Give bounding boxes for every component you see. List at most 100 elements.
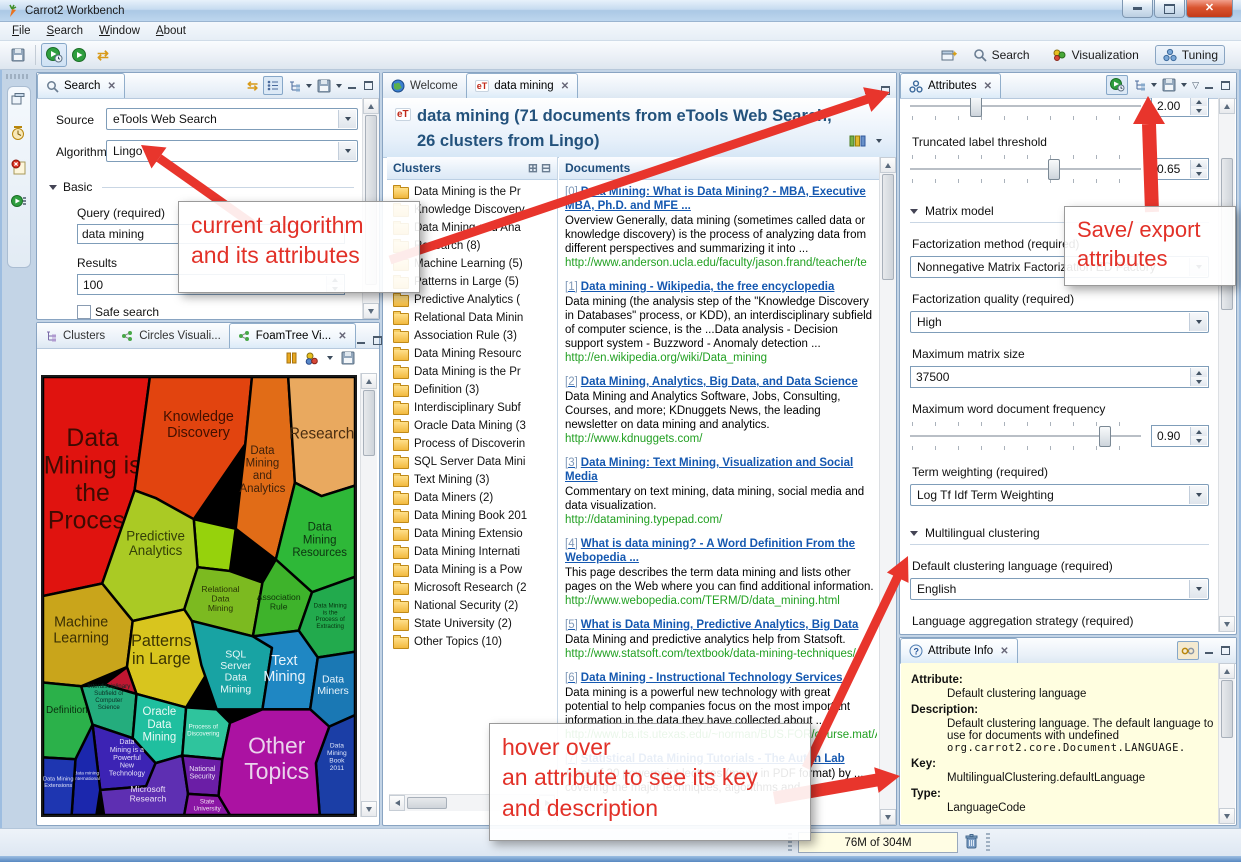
slider-spinner[interactable]: 2.00	[1151, 98, 1209, 117]
layout-bars-icon[interactable]	[849, 134, 866, 147]
tab-data-mining[interactable]: eT data mining✕	[466, 73, 578, 98]
cluster-item[interactable]: National Security (2)	[387, 597, 557, 615]
save-visualization-icon[interactable]	[341, 351, 355, 365]
attribute-dropdown[interactable]: High	[910, 311, 1209, 333]
menu-search[interactable]: Search	[39, 24, 91, 38]
cluster-item[interactable]: Data Mining Extensio	[387, 525, 557, 543]
menu-about[interactable]: About	[148, 24, 194, 38]
document-title-link[interactable]: [0]Data Mining: What is Data Mining? - M…	[565, 185, 875, 213]
menu-file[interactable]: File	[4, 24, 39, 38]
minimize-view-icon[interactable]	[1204, 81, 1215, 90]
expand-all-icon[interactable]: ⊞	[528, 161, 538, 175]
cluster-item[interactable]: Text Mining (3)	[387, 471, 557, 489]
foamtree-canvas[interactable]: DataMining istheProcessKnowledgeDiscover…	[41, 375, 357, 817]
minimize-button[interactable]	[1122, 0, 1153, 18]
open-perspective-icon[interactable]: ✦	[941, 48, 957, 63]
pause-updates-icon[interactable]	[286, 352, 297, 364]
document-url[interactable]: http://datamining.typepad.com/	[565, 513, 875, 527]
attribute-info-scrollbar[interactable]	[1218, 663, 1235, 824]
cluster-item[interactable]: Definition (3)	[387, 381, 557, 399]
safe-search-checkbox[interactable]	[77, 305, 91, 319]
cluster-item[interactable]: Association Rule (3)	[387, 327, 557, 345]
cluster-item[interactable]: Data Miners (2)	[387, 489, 557, 507]
sections-menu-arrow-icon[interactable]	[1151, 83, 1157, 87]
document-title-link[interactable]: [3]Data Mining: Text Mining, Visualizati…	[565, 456, 875, 484]
cluster-item[interactable]: Process of Discoverin	[387, 435, 557, 453]
cluster-item[interactable]: Interdisciplinary Subf	[387, 399, 557, 417]
close-button[interactable]: ✕	[1186, 0, 1233, 18]
tab-circles-visualization[interactable]: Circles Visuali...	[113, 324, 229, 348]
slider-spinner[interactable]: 0.90	[1151, 425, 1209, 447]
document-title-link[interactable]: [4]What is data mining? - A Word Definit…	[565, 537, 875, 565]
document-url[interactable]: http://www.statsoft.com/textbook/data-mi…	[565, 647, 875, 661]
close-icon[interactable]: ✕	[338, 331, 346, 342]
fastview-handle[interactable]	[6, 74, 28, 79]
tab-welcome[interactable]: Welcome	[383, 74, 466, 98]
link-with-editor-icon[interactable]: ⇆	[247, 78, 258, 94]
link-selection-icon[interactable]	[1177, 641, 1199, 660]
close-icon[interactable]: ✕	[561, 81, 569, 92]
collapse-all-icon[interactable]: ⊟	[541, 161, 551, 175]
tab-clusters-viz[interactable]: Clusters	[37, 324, 113, 348]
tree-menu-arrow-icon[interactable]	[306, 84, 312, 88]
maximize-view-icon[interactable]	[880, 86, 891, 95]
save-toolbar-button[interactable]	[6, 44, 30, 66]
spinner-buttons[interactable]	[1190, 160, 1207, 178]
maximize-view-icon[interactable]	[363, 81, 374, 90]
cluster-item[interactable]: Other Topics (10)	[387, 633, 557, 651]
attribute-section-header[interactable]: Multilingual clustering	[910, 526, 1209, 545]
visualization-options-icon[interactable]	[305, 352, 319, 365]
options-menu-arrow-icon[interactable]	[327, 356, 333, 360]
cluster-item[interactable]: Data Mining Book 201	[387, 507, 557, 525]
fastview-error-log-icon[interactable]	[11, 159, 27, 175]
save-menu-arrow-icon[interactable]	[336, 84, 342, 88]
minimize-view-icon[interactable]	[864, 86, 875, 95]
maximize-view-icon[interactable]	[372, 336, 383, 345]
garbage-collect-icon[interactable]	[964, 833, 979, 850]
document-url[interactable]: http://en.wikipedia.org/wiki/Data_mining	[565, 351, 875, 365]
minimize-view-icon[interactable]	[1204, 646, 1215, 655]
document-title-link[interactable]: [2]Data Mining, Analytics, Big Data, and…	[565, 375, 875, 389]
visualization-scrollbar[interactable]	[360, 373, 377, 817]
attributes-scrollbar[interactable]	[1218, 98, 1235, 632]
slider-thumb[interactable]	[1099, 426, 1111, 447]
tab-attribute-info[interactable]: ? Attribute Info✕	[900, 638, 1018, 663]
show-as-tree-icon[interactable]	[288, 80, 301, 92]
slider[interactable]	[910, 421, 1141, 451]
cluster-item[interactable]: Predictive Analytics (	[387, 291, 557, 309]
restore-view-icon[interactable]	[11, 93, 25, 105]
cluster-item[interactable]: Data Mining is the Pr	[387, 183, 557, 201]
document-url[interactable]: http://www.webopedia.com/TERM/D/data_min…	[565, 594, 875, 608]
cluster-item[interactable]: Data Mining Resourc	[387, 345, 557, 363]
expand-sections-icon[interactable]	[1133, 79, 1146, 91]
tab-attributes[interactable]: Attributes✕	[900, 73, 1001, 98]
attribute-dropdown[interactable]: Log Tf Idf Term Weighting	[910, 484, 1209, 506]
cluster-item[interactable]: Data Mining is a Pow	[387, 561, 557, 579]
source-dropdown[interactable]: eTools Web Search	[106, 108, 358, 130]
slider-thumb[interactable]	[970, 98, 982, 117]
perspective-visualization[interactable]: Visualization	[1046, 46, 1145, 64]
cluster-item[interactable]: Microsoft Research (2	[387, 579, 557, 597]
minimize-view-icon[interactable]	[347, 81, 358, 90]
basic-section-header[interactable]: Basic	[49, 180, 354, 194]
refresh-button[interactable]: ⇄	[91, 44, 115, 66]
cluster-item[interactable]: Oracle Data Mining (3	[387, 417, 557, 435]
menu-window[interactable]: Window	[91, 24, 148, 38]
close-icon[interactable]: ✕	[107, 81, 115, 92]
show-as-list-icon[interactable]	[263, 76, 283, 95]
document-url[interactable]: http://www.kdnuggets.com/	[565, 432, 875, 446]
run-button[interactable]	[67, 44, 91, 66]
maximize-view-icon[interactable]	[1220, 81, 1231, 90]
document-title-link[interactable]: [6]Data Mining - Instructional Technolog…	[565, 671, 875, 685]
view-menu-icon[interactable]: ▽	[1192, 80, 1199, 91]
foamtree-cell[interactable]	[194, 519, 236, 571]
run-with-schedule-button[interactable]	[41, 43, 67, 67]
document-title-link[interactable]: [5]What is Data Mining, Predictive Analy…	[565, 618, 875, 632]
spinner-buttons[interactable]	[1190, 427, 1207, 445]
slider-thumb[interactable]	[1048, 159, 1060, 180]
maximize-view-icon[interactable]	[1220, 646, 1231, 655]
maximize-button[interactable]	[1154, 0, 1185, 18]
document-url[interactable]: http://www.anderson.ucla.edu/faculty/jas…	[565, 256, 875, 270]
cluster-item[interactable]: Data Mining Internati	[387, 543, 557, 561]
fastview-clock-icon[interactable]	[11, 125, 27, 141]
